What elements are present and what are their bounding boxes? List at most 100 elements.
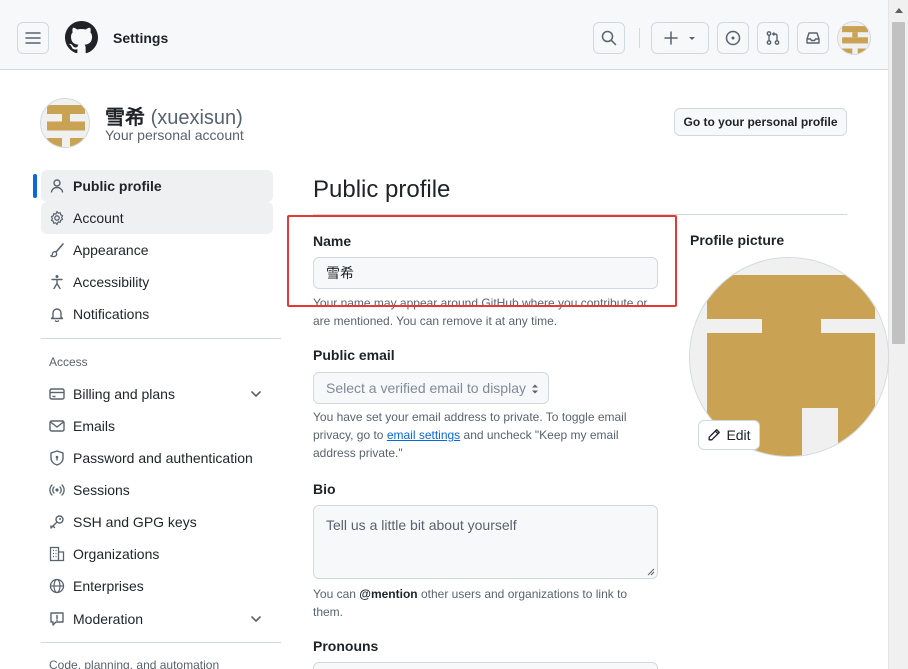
- inbox-button[interactable]: [797, 22, 829, 54]
- page: Settings 雪希 (xuexisun) Your personal acc…: [0, 0, 908, 669]
- scrollbar-thumb[interactable]: [892, 22, 905, 344]
- account-subtitle: Your personal account: [105, 127, 244, 143]
- sidebar-item-notifications[interactable]: Notifications: [41, 298, 273, 330]
- account-avatar: [40, 98, 90, 148]
- sidebar-item-label: Emails: [73, 418, 116, 434]
- sidebar-item-label: Password and authentication: [73, 450, 253, 466]
- identicon-avatar: [838, 22, 870, 54]
- sidebar-item-enterprises[interactable]: Enterprises: [41, 570, 273, 602]
- edit-profile-picture-button[interactable]: Edit: [698, 420, 760, 450]
- profile-picture-label: Profile picture: [690, 232, 785, 248]
- name-note: Your name may appear around GitHub where…: [313, 296, 648, 328]
- sidebar-item-label: SSH and GPG keys: [73, 514, 197, 530]
- search-icon: [601, 30, 617, 46]
- sidebar-item-password-auth[interactable]: Password and authentication: [41, 442, 273, 474]
- pull-requests-button[interactable]: [757, 22, 789, 54]
- identicon-avatar: [41, 99, 89, 147]
- sidebar-item-label: Public profile: [73, 178, 162, 194]
- pencil-icon: [708, 429, 721, 441]
- sidebar-divider: [41, 642, 281, 643]
- sidebar-item-account[interactable]: Account: [41, 202, 273, 234]
- paintbrush-icon: [49, 243, 64, 258]
- go-to-profile-button[interactable]: Go to your personal profile: [674, 108, 847, 136]
- sidebar-item-label: Appearance: [73, 242, 149, 258]
- bio-label: Bio: [313, 481, 336, 497]
- bio-note: You can @mention other users and organiz…: [313, 585, 643, 621]
- plus-icon: [664, 31, 678, 45]
- account-display-name: 雪希: [105, 107, 145, 129]
- gear-icon: [50, 210, 64, 226]
- shield-lock-icon: [50, 450, 64, 466]
- page-title: Public profile: [313, 176, 451, 203]
- mail-icon: [49, 420, 65, 432]
- email-settings-link[interactable]: email settings: [387, 428, 460, 442]
- issues-button[interactable]: [717, 22, 749, 54]
- public-email-label: Public email: [313, 347, 395, 363]
- sidebar-item-organizations[interactable]: Organizations: [41, 538, 273, 570]
- git-pull-request-icon: [766, 31, 780, 45]
- bio-note-text: You can: [313, 587, 360, 601]
- bio-placeholder: Tell us a little bit about yourself: [326, 517, 517, 533]
- public-email-note: You have set your email address to priva…: [313, 408, 643, 462]
- hamburger-icon: [25, 32, 41, 44]
- bell-icon: [50, 308, 64, 322]
- pronouns-input[interactable]: [313, 662, 658, 669]
- sidebar-item-label: Enterprises: [73, 578, 144, 594]
- scroll-up-arrow-icon[interactable]: [895, 8, 903, 13]
- public-email-select[interactable]: Select a verified email to display: [313, 372, 549, 404]
- github-mark-icon[interactable]: [65, 21, 98, 54]
- public-email-placeholder: Select a verified email to display: [326, 380, 526, 396]
- organization-icon: [49, 546, 65, 562]
- app-header: Settings: [0, 0, 888, 70]
- sidebar-item-sessions[interactable]: Sessions: [41, 474, 273, 506]
- resize-grip-icon[interactable]: [647, 568, 655, 576]
- name-input[interactable]: 雪希: [313, 257, 658, 289]
- sidebar-item-label: Notifications: [73, 306, 150, 322]
- pronouns-label: Pronouns: [313, 638, 379, 654]
- sidebar-item-label: Moderation: [73, 611, 144, 627]
- accessibility-icon: [51, 275, 63, 290]
- bio-note-mention: @mention: [359, 587, 418, 601]
- user-avatar-button[interactable]: [837, 21, 871, 55]
- sidebar-heading-access: Access: [49, 355, 88, 369]
- sidebar-heading-code: Code, planning, and automation: [49, 658, 220, 669]
- sidebar-item-emails[interactable]: Emails: [41, 410, 273, 442]
- triangle-down-icon: [689, 37, 695, 40]
- create-new-button[interactable]: [651, 22, 709, 54]
- broadcast-icon: [49, 484, 65, 496]
- inbox-icon: [806, 32, 820, 44]
- menu-button[interactable]: [17, 22, 49, 54]
- sidebar-item-label: Sessions: [73, 482, 130, 498]
- select-arrows-icon: [532, 384, 538, 394]
- title-divider: [313, 214, 847, 215]
- name-label: Name: [313, 233, 352, 249]
- report-icon: [50, 612, 64, 626]
- credit-card-icon: [49, 388, 65, 400]
- sidebar-item-public-profile[interactable]: Public profile: [41, 170, 273, 202]
- page-scrollbar[interactable]: [888, 0, 908, 669]
- account-name: 雪希 (xuexisun): [105, 101, 243, 130]
- sidebar-item-moderation[interactable]: Moderation: [41, 603, 273, 635]
- chevron-down-icon: [251, 616, 261, 622]
- person-icon: [50, 179, 64, 193]
- sidebar-item-label: Account: [73, 210, 124, 226]
- search-button[interactable]: [593, 22, 625, 54]
- issue-opened-icon: [725, 30, 741, 46]
- header-title: Settings: [113, 30, 169, 46]
- sidebar-item-label: Accessibility: [73, 274, 150, 290]
- sidebar-item-billing[interactable]: Billing and plans: [41, 378, 273, 410]
- sidebar-item-label: Billing and plans: [73, 386, 175, 402]
- sidebar-item-appearance[interactable]: Appearance: [41, 234, 273, 266]
- bio-textarea[interactable]: Tell us a little bit about yourself: [313, 505, 658, 579]
- account-login: (xuexisun): [150, 107, 243, 129]
- globe-icon: [49, 578, 65, 594]
- sidebar-divider: [41, 338, 281, 339]
- sidebar-item-label: Organizations: [73, 546, 160, 562]
- edit-button-label: Edit: [726, 427, 751, 443]
- active-nav-indicator: [33, 174, 37, 198]
- sidebar-item-accessibility[interactable]: Accessibility: [41, 266, 273, 298]
- chevron-down-icon: [251, 391, 261, 397]
- header-divider: [639, 28, 640, 48]
- sidebar-item-ssh-gpg[interactable]: SSH and GPG keys: [41, 506, 273, 538]
- key-icon: [50, 515, 64, 529]
